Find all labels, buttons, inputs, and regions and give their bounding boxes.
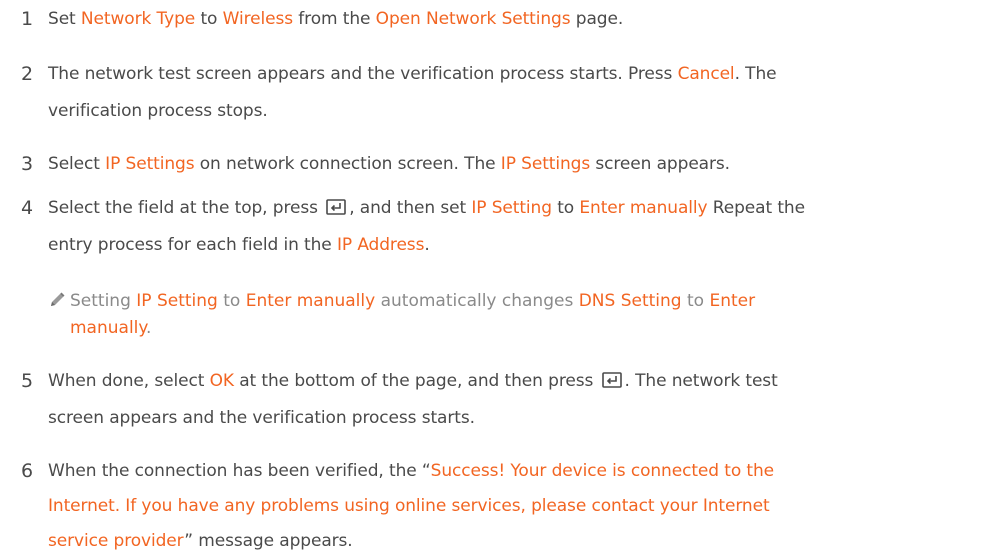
highlight-term: IP Settings bbox=[500, 154, 591, 174]
step-number: 5 bbox=[21, 370, 33, 392]
highlight-term: IP Setting bbox=[136, 291, 218, 311]
enter-icon bbox=[326, 199, 346, 215]
highlight-term: Wireless bbox=[222, 9, 293, 29]
highlight-term: manually bbox=[70, 318, 147, 338]
highlight-term: DNS Setting bbox=[578, 291, 682, 311]
step-text: The network test screen appears and the … bbox=[48, 59, 978, 127]
text-run: Setting bbox=[70, 291, 137, 311]
step-line: screen appears and the verification proc… bbox=[48, 403, 978, 434]
step-text: When the connection has been verified, t… bbox=[48, 456, 978, 557]
text-run: When the connection has been verified, t… bbox=[48, 461, 431, 481]
text-run: ” message appears. bbox=[184, 531, 353, 551]
highlight-term: Cancel bbox=[677, 64, 735, 84]
text-run: . bbox=[424, 235, 430, 255]
pencil-icon bbox=[51, 292, 65, 306]
text-run: When done, select bbox=[48, 371, 210, 391]
text-run: . The bbox=[734, 64, 777, 84]
instruction-document: 1 Set Network Type to Wireless from the … bbox=[0, 0, 989, 552]
highlight-term: Enter manually bbox=[245, 291, 376, 311]
step-number: 1 bbox=[21, 8, 33, 30]
text-run: to bbox=[681, 291, 710, 311]
highlight-term: Internet. If you have any problems using… bbox=[48, 496, 770, 516]
text-run: from the bbox=[292, 9, 376, 29]
step-line: service provider” message appears. bbox=[48, 526, 978, 557]
text-run: verification process stops. bbox=[48, 101, 268, 121]
step-line: verification process stops. bbox=[48, 96, 978, 127]
step-text: Set Network Type to Wireless from the Op… bbox=[48, 4, 978, 35]
text-run: on network connection screen. The bbox=[194, 154, 501, 174]
text-run: . The network test bbox=[624, 371, 778, 391]
note-text: Setting IP Setting to Enter manually aut… bbox=[70, 291, 755, 311]
highlight-term: Open Network Settings bbox=[375, 9, 571, 29]
text-run: at the bottom of the page, and then pres… bbox=[233, 371, 599, 391]
step-number: 3 bbox=[21, 153, 33, 175]
highlight-term: Network Type bbox=[80, 9, 196, 29]
highlight-term: service provider bbox=[48, 531, 185, 551]
step-line: The network test screen appears and the … bbox=[48, 59, 978, 90]
note-line: Setting IP Setting to Enter manually aut… bbox=[48, 288, 948, 315]
highlight-term: Enter manually bbox=[579, 198, 708, 218]
highlight-term: Success! Your device is connected to the bbox=[430, 461, 775, 481]
step-line: When the connection has been verified, t… bbox=[48, 456, 978, 487]
text-run: screen appears. bbox=[590, 154, 730, 174]
text-run: entry process for each field in the bbox=[48, 235, 337, 255]
text-run: to bbox=[551, 198, 580, 218]
text-run: to bbox=[217, 291, 246, 311]
text-run: The network test screen appears and the … bbox=[48, 64, 678, 84]
text-run: to bbox=[195, 9, 223, 29]
step-number: 2 bbox=[21, 63, 33, 85]
text-run: Set bbox=[48, 9, 81, 29]
step-text: Select IP Settings on network connection… bbox=[48, 149, 978, 180]
highlight-term: IP Address bbox=[336, 235, 425, 255]
step-line: When done, select OK at the bottom of th… bbox=[48, 366, 978, 397]
text-run: screen appears and the verification proc… bbox=[48, 408, 475, 428]
note-line: manually. bbox=[48, 315, 948, 342]
highlight-term: IP Setting bbox=[471, 198, 552, 218]
text-run: Select the field at the top, press bbox=[48, 198, 324, 218]
text-run: , and then set bbox=[349, 198, 472, 218]
step-number: 4 bbox=[21, 197, 33, 219]
text-run: page. bbox=[570, 9, 624, 29]
step-text: When done, select OK at the bottom of th… bbox=[48, 366, 978, 434]
text-run: Repeat the bbox=[707, 198, 805, 218]
step-line: Internet. If you have any problems using… bbox=[48, 491, 978, 522]
note: Setting IP Setting to Enter manually aut… bbox=[48, 288, 948, 342]
text-run: Select bbox=[48, 154, 106, 174]
step-line: Select the field at the top, press , and… bbox=[48, 193, 978, 224]
highlight-term: Enter bbox=[709, 291, 756, 311]
text-run: . bbox=[146, 318, 152, 338]
step-line: entry process for each field in the IP A… bbox=[48, 230, 978, 261]
step-number: 6 bbox=[21, 460, 33, 482]
highlight-term: IP Settings bbox=[105, 154, 195, 174]
enter-icon bbox=[601, 372, 622, 388]
step-text: Select the field at the top, press , and… bbox=[48, 193, 978, 261]
highlight-term: OK bbox=[209, 371, 234, 391]
text-run: automatically changes bbox=[375, 291, 579, 311]
